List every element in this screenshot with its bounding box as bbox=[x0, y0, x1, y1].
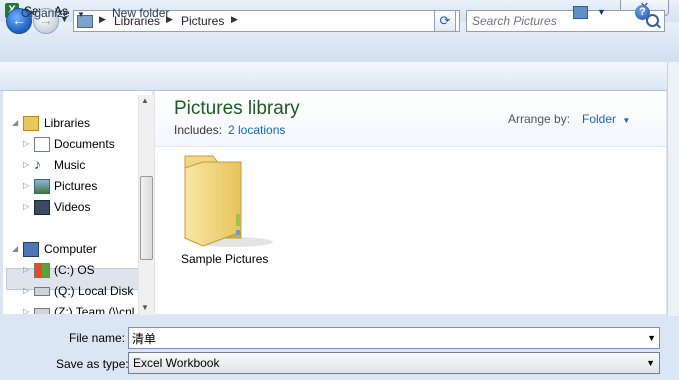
command-bar bbox=[0, 62, 679, 91]
expand-arrow-icon[interactable]: ▷ bbox=[23, 134, 29, 154]
computer-icon bbox=[23, 242, 39, 257]
locations-link[interactable]: 2 locations bbox=[228, 123, 285, 137]
library-title: Pictures library bbox=[174, 98, 300, 119]
documents-icon bbox=[34, 137, 50, 152]
refresh-icon[interactable]: ⟳ bbox=[434, 10, 456, 32]
nav-label-pictures: Pictures bbox=[54, 179, 98, 193]
expand-arrow-icon[interactable]: ▷ bbox=[23, 155, 29, 175]
expand-arrow-icon[interactable]: ▷ bbox=[23, 260, 29, 280]
scroll-up-icon[interactable]: ▲ bbox=[141, 96, 149, 105]
collapse-arrow-icon[interactable]: ◢ bbox=[12, 113, 18, 133]
save-type-label: Save as type: bbox=[56, 357, 129, 371]
item-label[interactable]: Sample Pictures bbox=[181, 252, 268, 266]
includes-label: Includes: bbox=[174, 123, 223, 137]
new-folder-button[interactable]: New folder bbox=[112, 6, 169, 20]
file-name-combobox[interactable]: ▼ bbox=[128, 327, 660, 349]
collapse-arrow-icon[interactable]: ◢ bbox=[12, 239, 18, 259]
expand-arrow-icon[interactable]: ▷ bbox=[23, 281, 29, 301]
pictures-icon bbox=[34, 179, 50, 194]
hard-drive-icon bbox=[34, 287, 50, 296]
arrange-by-dropdown[interactable]: Folder ▼ bbox=[582, 112, 630, 126]
nav-label-drive-z: (Z:) Team (\\cnl bbox=[54, 305, 135, 314]
navigation-pane: ◢ Libraries ▷ Documents ▷ ♪ Music ▷ Pict… bbox=[3, 91, 152, 314]
libraries-icon bbox=[23, 116, 39, 131]
arrange-by-value: Folder bbox=[582, 112, 617, 126]
window-edge bbox=[667, 62, 679, 316]
arrange-by-label: Arrange by: bbox=[508, 112, 571, 126]
chevron-down-icon[interactable]: ▼ bbox=[647, 333, 656, 343]
videos-icon bbox=[34, 200, 50, 215]
nav-label-libraries: Libraries bbox=[44, 116, 91, 130]
file-name-label: File name: bbox=[69, 331, 126, 345]
organize-button[interactable]: Organize ▼ bbox=[21, 6, 85, 20]
breadcrumb-separator-icon[interactable]: ▶ bbox=[99, 14, 106, 25]
save-type-select[interactable]: Excel Workbook ▼ bbox=[128, 352, 660, 374]
nav-label-music: Music bbox=[54, 158, 86, 172]
change-view-icon[interactable] bbox=[573, 6, 588, 19]
expand-arrow-icon[interactable]: ▷ bbox=[23, 176, 29, 196]
save-type-value: Excel Workbook bbox=[133, 356, 220, 370]
search-input[interactable] bbox=[472, 14, 640, 28]
folder-icon bbox=[184, 155, 273, 247]
scrollbar-thumb[interactable] bbox=[140, 176, 153, 260]
nav-label-computer: Computer bbox=[44, 242, 97, 256]
list-item[interactable] bbox=[173, 150, 273, 268]
chevron-down-icon: ▼ bbox=[646, 358, 655, 368]
nav-label-drive-c: (C:) OS bbox=[54, 263, 95, 277]
music-icon: ♪ bbox=[34, 156, 41, 172]
expand-arrow-icon[interactable]: ▷ bbox=[23, 197, 29, 217]
expand-arrow-icon[interactable]: ▷ bbox=[23, 302, 29, 314]
chevron-down-icon: ▼ bbox=[622, 116, 631, 125]
nav-label-drive-q: (Q:) Local Disk bbox=[54, 284, 134, 298]
nav-label-documents: Documents bbox=[54, 137, 115, 151]
chevron-down-icon: ▼ bbox=[77, 10, 85, 19]
help-icon[interactable]: ? bbox=[635, 5, 650, 20]
scroll-down-icon[interactable]: ▼ bbox=[141, 303, 149, 312]
windows-drive-icon bbox=[34, 263, 50, 278]
file-name-field[interactable] bbox=[132, 331, 632, 345]
breadcrumb-pictures[interactable]: Pictures bbox=[181, 14, 224, 28]
organize-label: Organize bbox=[21, 6, 70, 20]
view-options-dropdown[interactable]: ▼ bbox=[597, 7, 606, 17]
breadcrumb-separator-icon[interactable]: ▶ bbox=[231, 14, 238, 25]
network-drive-icon bbox=[34, 308, 50, 314]
nav-label-videos: Videos bbox=[54, 200, 91, 214]
